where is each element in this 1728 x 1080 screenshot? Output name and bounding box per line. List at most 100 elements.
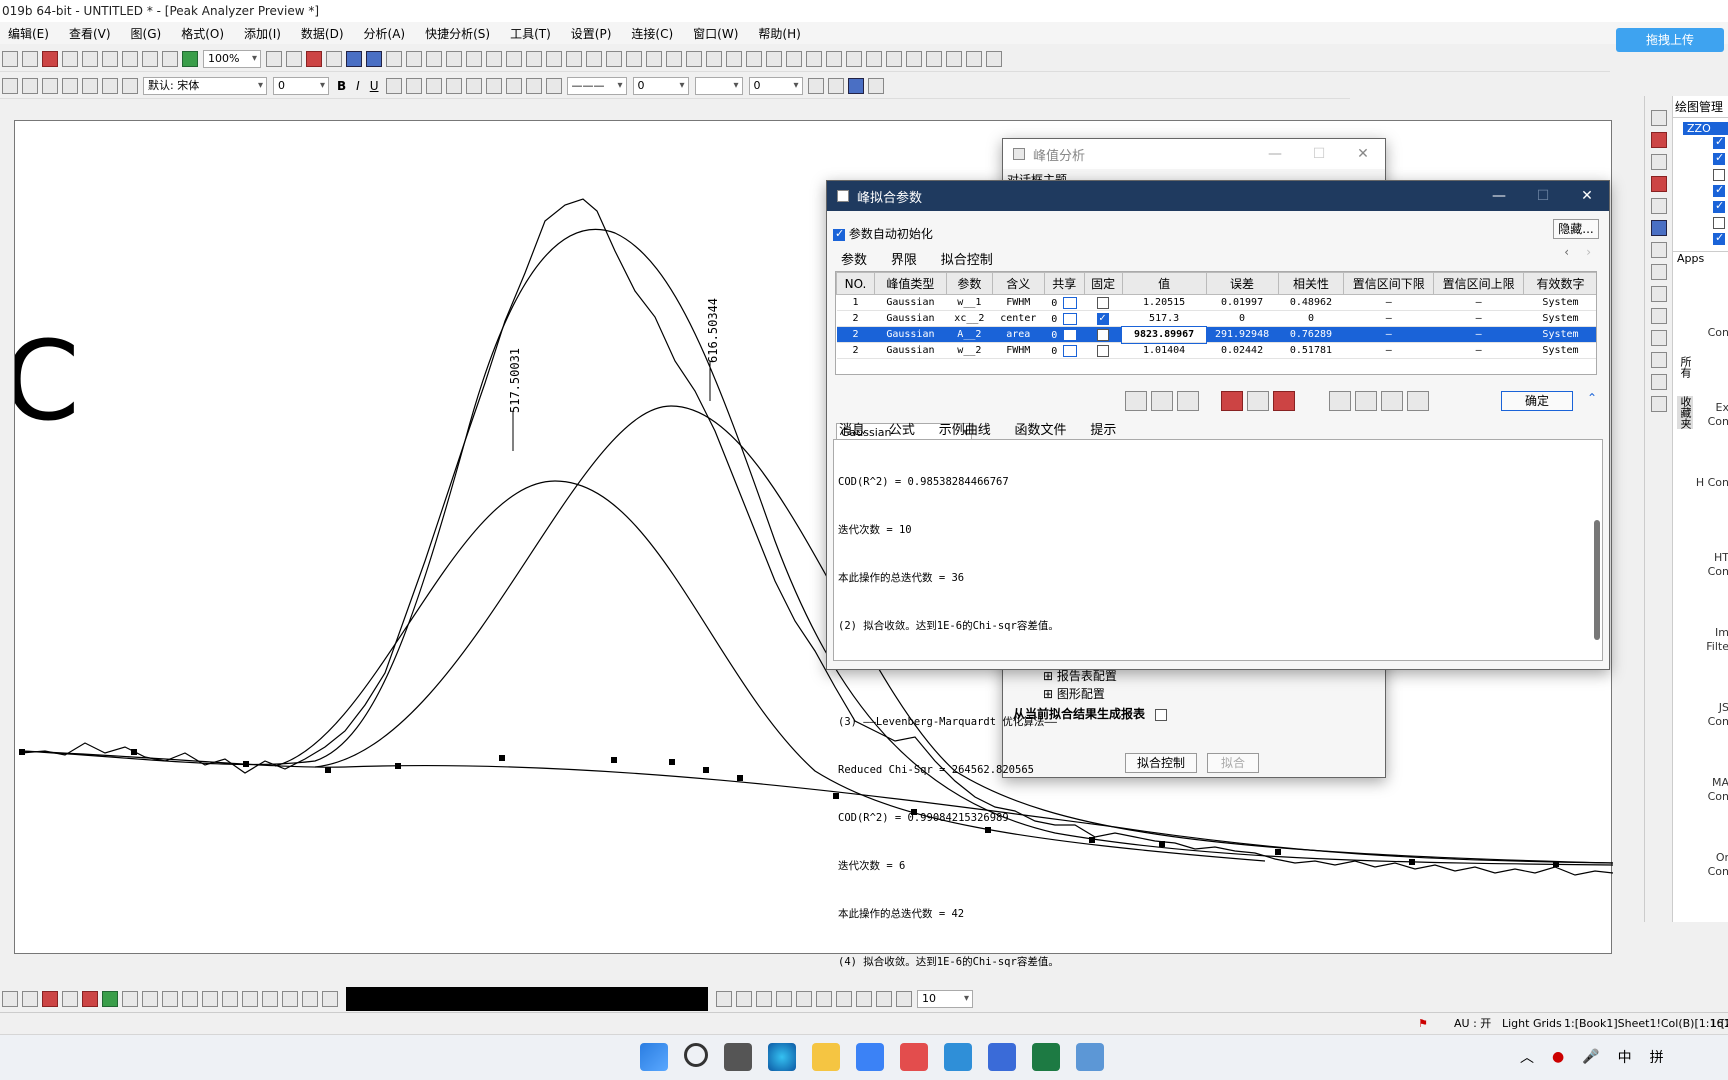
share-cell[interactable]: 0 [1044,342,1085,359]
fixed-cell[interactable] [1084,326,1123,343]
tool-axis-icon[interactable] [1650,132,1667,148]
plot-merge-icon[interactable] [242,991,258,1007]
filter-edit-icon[interactable] [706,50,722,67]
subscript-icon[interactable] [405,77,422,94]
cell-lcl[interactable]: — [1343,342,1434,359]
save-template-icon[interactable] [162,50,178,67]
undo-fit-icon[interactable] [1329,391,1351,411]
cell-meaning[interactable]: FWHM [992,342,1045,359]
underline-button[interactable]: U [370,79,379,93]
prev-icon[interactable] [846,50,862,67]
share-dropdown-icon[interactable] [1063,296,1078,309]
tool-align-c-icon[interactable] [1650,374,1667,390]
share-dropdown-icon[interactable] [1063,328,1078,341]
line-style-select[interactable]: ——— [566,76,627,95]
fixed-cell[interactable] [1084,310,1123,327]
tray-ime[interactable]: 拼 [1650,1047,1664,1067]
tool-frame-icon[interactable] [1650,242,1667,258]
zoom-out-icon[interactable] [446,50,462,67]
search-icon[interactable] [684,1043,708,1067]
rescale-icon[interactable] [466,50,482,67]
duplicate-icon[interactable] [286,50,302,67]
plot-stat-icon[interactable] [122,991,138,1007]
plot-checkbox[interactable] [1713,199,1725,213]
share-dropdown-icon[interactable] [1063,344,1078,357]
tab-sample-curve[interactable]: 示例曲线 [929,417,1001,440]
code-builder-icon[interactable] [346,50,362,67]
peak-add-icon[interactable] [1125,391,1147,411]
cell-sig[interactable]: System [1523,294,1596,311]
params-table-row[interactable]: 2 Gaussian w__2 FWHM 0 1.01404 0.02442 0.51781—… [836,342,1596,359]
log-scrollbar[interactable] [1594,520,1600,640]
plugin-c-icon[interactable] [946,50,962,67]
cell-param[interactable]: A__2 [946,326,993,343]
set-y-icon[interactable] [766,50,782,67]
collapse-icon[interactable]: ⌃ [1587,391,1597,405]
cell-sig[interactable]: System [1523,326,1596,343]
menu-quick-analysis[interactable]: 快捷分析(S) [425,25,490,42]
plot-checkbox[interactable] [1713,231,1725,245]
plot-rescale-icon[interactable] [302,991,318,1007]
cell-type[interactable]: Gaussian [874,342,947,359]
menu-analysis[interactable]: 分析(A) [364,25,406,42]
cell-type[interactable]: Gaussian [874,326,947,343]
plot-extract-icon[interactable] [262,991,278,1007]
tool-grid-icon[interactable] [1650,264,1667,280]
set-x-icon[interactable] [746,50,762,67]
tool-layer-icon[interactable] [1650,110,1667,126]
tabs-next-icon[interactable]: › [1586,245,1591,259]
obj-b-icon[interactable] [736,991,752,1007]
tray-lang[interactable]: 中 [1618,1047,1632,1067]
menu-graph[interactable]: 图(G) [131,25,162,42]
cell-error[interactable]: 0.01997 [1206,294,1278,311]
tool-active-icon[interactable] [1650,220,1667,236]
cut-icon[interactable] [82,77,98,94]
tab-bounds[interactable]: 界限 [881,247,927,270]
bar-chart-icon[interactable] [626,50,642,67]
app-item[interactable]: Con [1695,286,1728,361]
close-icon[interactable]: ✕ [1565,181,1609,211]
plugin-a-icon[interactable] [906,50,922,67]
tab-function-file[interactable]: 函数文件 [1005,417,1077,440]
fill-color-icon[interactable] [505,77,522,94]
line-color-icon[interactable] [545,77,562,94]
pattern-icon[interactable] [525,77,542,94]
store-icon[interactable] [856,1043,884,1071]
plugin-b-icon[interactable] [926,50,942,67]
cell-error[interactable]: 291.92948 [1206,326,1278,343]
plot-contour-icon[interactable] [162,991,178,1007]
menu-format[interactable]: 格式(O) [181,25,224,42]
column-icon[interactable] [586,50,602,67]
cell-sig[interactable]: System [1523,310,1596,327]
font-color-icon[interactable] [485,77,502,94]
cell-value[interactable]: 9823.89967 [1121,325,1208,344]
menu-insert[interactable]: 添加(I) [244,25,281,42]
tool-axis-c-icon[interactable] [1650,176,1667,192]
command-window-icon[interactable] [366,50,382,67]
fit-until-converge-icon[interactable] [1247,391,1269,411]
cell-lcl[interactable]: — [1343,294,1434,311]
new-workbook-icon[interactable] [2,50,18,67]
cell-ucl[interactable]: — [1433,294,1524,311]
cell-corr[interactable]: 0.76289 [1278,326,1344,343]
obj-i-icon[interactable] [876,991,892,1007]
tool-grid-c-icon[interactable] [1650,308,1667,324]
set-none-icon[interactable] [806,50,822,67]
new-notes-icon[interactable] [62,50,78,67]
menu-connect[interactable]: 连接(C) [631,25,673,42]
maximize-icon[interactable]: ☐ [1297,139,1341,169]
symbol-select[interactable] [694,76,743,95]
menu-data[interactable]: 数据(D) [301,25,344,42]
plot-3d-icon[interactable] [182,991,198,1007]
layer-icon[interactable] [486,50,502,67]
auto-init-checkbox[interactable] [833,227,845,241]
app-item[interactable]: JS Con [1695,661,1728,736]
format-b-icon[interactable] [22,77,38,94]
app-item[interactable]: Im Filte [1695,586,1728,661]
cell-meaning[interactable]: center [992,310,1045,327]
plot-error-icon[interactable] [82,991,98,1007]
tab-hints[interactable]: 提示 [1080,417,1126,440]
cell-param[interactable]: w__1 [946,294,993,311]
object-manager-icon[interactable] [386,50,402,67]
results-log-icon[interactable] [326,50,342,67]
